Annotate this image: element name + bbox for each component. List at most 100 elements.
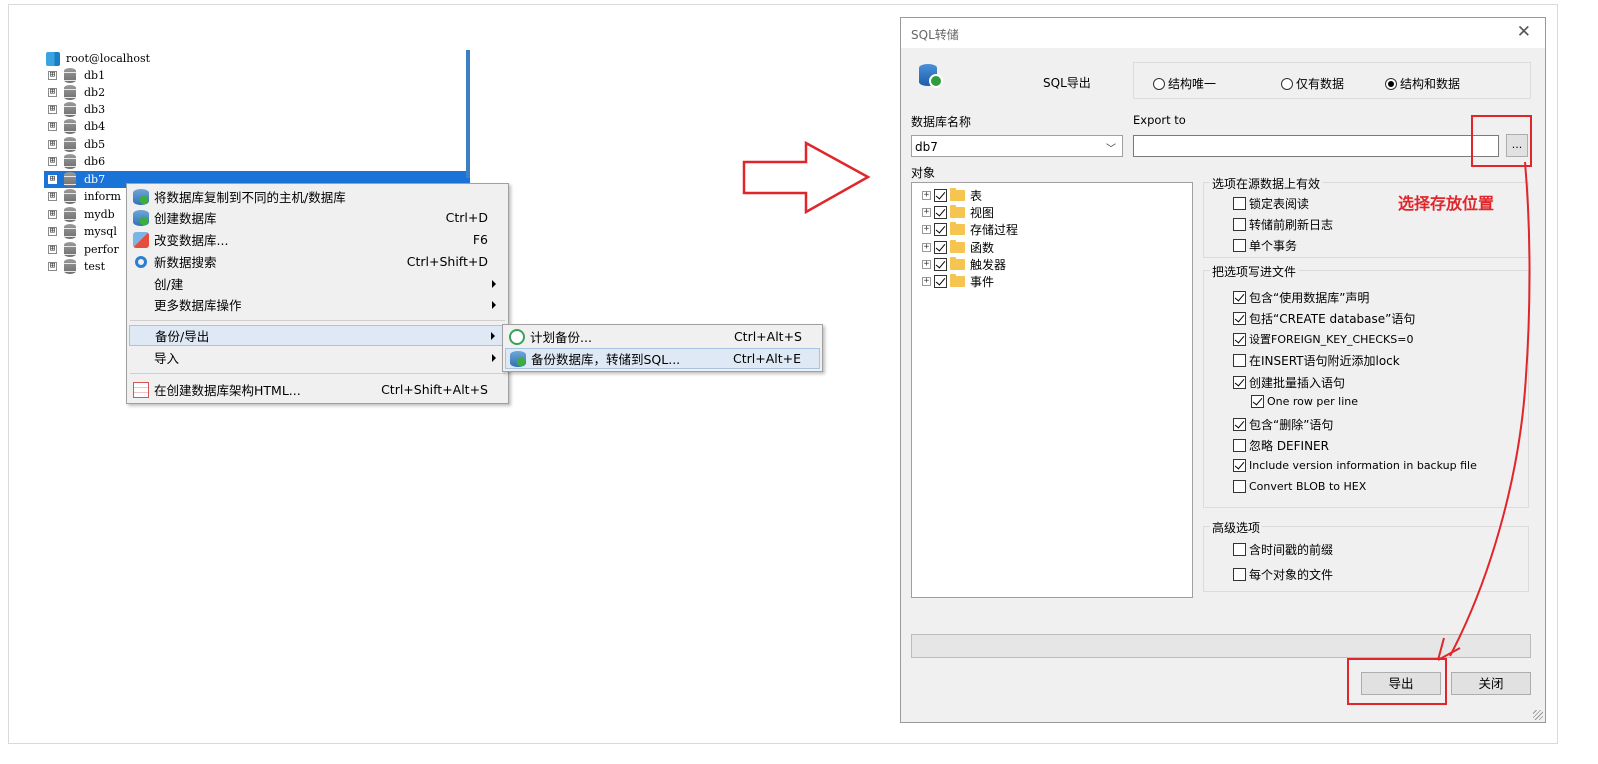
checkbox-icon[interactable] (1233, 439, 1246, 452)
checkbox-icon[interactable] (1233, 218, 1246, 231)
checkbox-icon[interactable] (1233, 239, 1246, 252)
expand-icon[interactable]: ⊞ (48, 71, 57, 80)
expand-icon[interactable]: ⊞ (48, 210, 57, 219)
option-timestamp-prefix[interactable]: 含时间戳的前缀 (1233, 541, 1333, 558)
expand-icon[interactable]: ⊞ (48, 88, 57, 97)
menu-item-schema-html[interactable]: 在创建数据库架构HTML... Ctrl+Shift+Alt+S (129, 379, 506, 400)
checkbox-icon[interactable] (934, 258, 947, 271)
radio-data-only[interactable]: 仅有数据 (1281, 75, 1344, 92)
tree-root[interactable]: root@localhost (44, 50, 150, 67)
object-functions[interactable]: + 函数 (922, 239, 994, 256)
checkbox-icon[interactable] (1233, 312, 1246, 325)
object-procedures[interactable]: + 存储过程 (922, 221, 1018, 238)
checkbox-icon[interactable] (1251, 395, 1264, 408)
tree-item-db4[interactable]: ⊞ db4 (44, 118, 105, 135)
radio-structure-and-data[interactable]: 结构和数据 (1385, 75, 1460, 92)
tree-item-mysql[interactable]: ⊞ mysql (44, 223, 117, 240)
checkbox-icon[interactable] (1233, 376, 1246, 389)
expand-icon[interactable]: ⊞ (48, 175, 57, 184)
option-label: 设置FOREIGN_KEY_CHECKS=0 (1249, 333, 1414, 346)
checkbox-icon[interactable] (1233, 291, 1246, 304)
tree-item-perfor[interactable]: ⊞ perfor (44, 241, 119, 258)
tree-item-db1[interactable]: ⊞ db1 (44, 67, 105, 84)
option-include-drop[interactable]: 包含“删除”语句 (1233, 416, 1333, 433)
menu-item-dump-sql[interactable]: 备份数据库，转储到SQL... Ctrl+Alt+E (505, 348, 820, 369)
checkbox-icon[interactable] (934, 275, 947, 288)
tree-scrollbar[interactable] (466, 50, 470, 178)
expand-icon[interactable]: + (922, 243, 931, 252)
option-ignore-definer[interactable]: 忽略 DEFINER (1233, 437, 1329, 454)
database-select[interactable]: db7 ﹀ (911, 135, 1123, 157)
menu-item-create-db[interactable]: 创建数据库 Ctrl+D (129, 207, 506, 228)
checkbox-icon[interactable] (1233, 543, 1246, 556)
submenu-arrow-icon (492, 300, 496, 309)
expand-icon[interactable]: ⊞ (48, 157, 57, 166)
expand-icon[interactable]: ⊞ (48, 245, 57, 254)
option-create-database[interactable]: 包括“CREATE database”语句 (1233, 310, 1415, 327)
object-events[interactable]: + 事件 (922, 273, 994, 290)
tree-item-test[interactable]: ⊞ test (44, 258, 105, 275)
tree-item-inform[interactable]: ⊞ inform (44, 188, 121, 205)
expand-icon[interactable]: ⊞ (48, 122, 57, 131)
expand-icon[interactable]: + (922, 191, 931, 200)
export-path-input[interactable] (1133, 135, 1499, 157)
expand-icon[interactable]: + (922, 208, 931, 217)
tree-item-db3[interactable]: ⊞ db3 (44, 101, 105, 118)
menu-item-import[interactable]: 导入 (129, 347, 506, 368)
tree-item-label: perfor (84, 243, 119, 256)
object-views[interactable]: + 视图 (922, 204, 994, 221)
radio-structure-only[interactable]: 结构唯一 (1153, 75, 1216, 92)
expand-icon[interactable]: ⊞ (48, 192, 57, 201)
object-triggers[interactable]: + 触发器 (922, 256, 1006, 273)
checkbox-icon[interactable] (1233, 197, 1246, 210)
checkbox-icon[interactable] (1233, 418, 1246, 431)
resize-grip-icon[interactable] (1533, 710, 1543, 720)
menu-item-data-search[interactable]: 新数据搜索 Ctrl+Shift+D (129, 251, 506, 272)
option-lock-tables[interactable]: 锁定表阅读 (1233, 195, 1309, 212)
expand-icon[interactable]: ⊞ (48, 262, 57, 271)
tree-item-mydb[interactable]: ⊞ mydb (44, 206, 115, 223)
menu-item-scheduled-backup[interactable]: 计划备份... Ctrl+Alt+S (505, 326, 820, 347)
checkbox-icon[interactable] (934, 189, 947, 202)
expand-icon[interactable]: ⊞ (48, 140, 57, 149)
checkbox-icon[interactable] (1233, 332, 1246, 346)
tree-item-db6[interactable]: ⊞ db6 (44, 153, 105, 170)
close-button[interactable]: 关闭 (1451, 672, 1531, 695)
option-bulk-insert[interactable]: 创建批量插入语句 (1233, 374, 1345, 391)
expand-icon[interactable]: + (922, 277, 931, 286)
menu-item-create[interactable]: 创/建 (129, 273, 506, 294)
tree-item-db5[interactable]: ⊞ db5 (44, 136, 105, 153)
option-one-row-per-line[interactable]: One row per line (1251, 395, 1358, 408)
menu-item-more-db-ops[interactable]: 更多数据库操作 (129, 294, 506, 315)
tree-item-db2[interactable]: ⊞ db2 (44, 84, 105, 101)
checkbox-icon[interactable] (1233, 459, 1246, 472)
checkbox-icon[interactable] (1233, 480, 1246, 493)
checkbox-icon[interactable] (934, 206, 947, 219)
menu-shortcut: Ctrl+Shift+Alt+S (381, 382, 488, 397)
option-single-transaction[interactable]: 单个事务 (1233, 237, 1297, 254)
menu-item-backup-export[interactable]: 备份/导出 (129, 325, 506, 346)
close-icon[interactable]: ✕ (1517, 22, 1531, 42)
object-label: 存储过程 (970, 223, 1019, 237)
checkbox-icon[interactable] (1233, 354, 1246, 367)
expand-icon[interactable]: ⊞ (48, 227, 57, 236)
option-blob-to-hex[interactable]: Convert BLOB to HEX (1233, 480, 1366, 493)
menu-item-copy-db[interactable]: 将数据库复制到不同的主机/数据库 (129, 186, 506, 207)
expand-icon[interactable]: + (922, 225, 931, 234)
checkbox-icon[interactable] (934, 241, 947, 254)
option-flush-logs[interactable]: 转储前刷新日志 (1233, 216, 1333, 233)
radio-label: 结构唯一 (1168, 77, 1217, 91)
option-foreign-key-checks[interactable]: 设置FOREIGN_KEY_CHECKS=0 (1233, 331, 1413, 347)
menu-item-alter-db[interactable]: 改变数据库... F6 (129, 229, 506, 250)
checkbox-icon[interactable] (1233, 568, 1246, 581)
checkbox-icon[interactable] (934, 223, 947, 236)
menu-separator (130, 320, 505, 321)
expand-icon[interactable]: + (922, 260, 931, 269)
object-tables[interactable]: + 表 (922, 187, 982, 204)
database-icon (63, 172, 77, 187)
option-add-lock[interactable]: 在INSERT语句附近添加lock (1233, 352, 1400, 369)
submenu-arrow-icon (491, 331, 495, 340)
option-file-per-object[interactable]: 每个对象的文件 (1233, 566, 1333, 583)
expand-icon[interactable]: ⊞ (48, 105, 57, 114)
option-use-database[interactable]: 包含“使用数据库”声明 (1233, 289, 1369, 306)
